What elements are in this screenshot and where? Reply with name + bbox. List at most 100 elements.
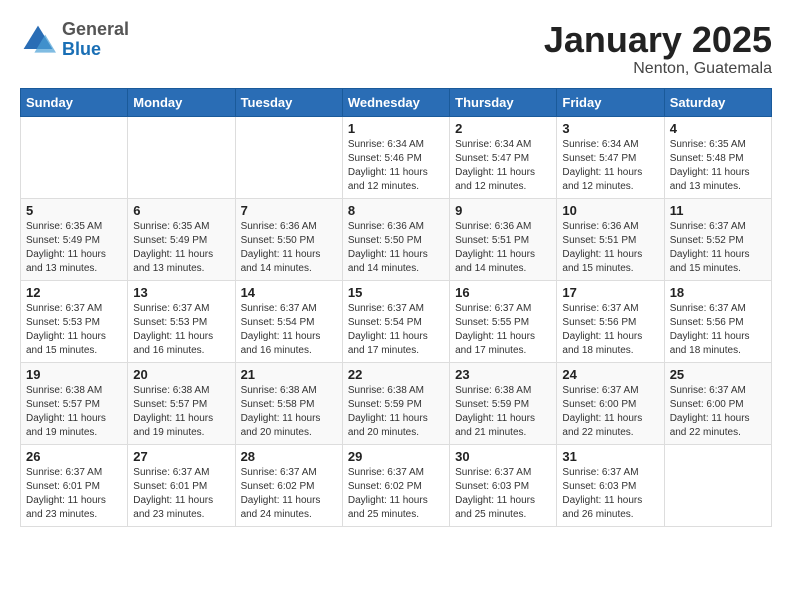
day-number: 17 — [562, 285, 658, 300]
day-info: Sunrise: 6:37 AM Sunset: 5:54 PM Dayligh… — [241, 302, 337, 358]
day-info: Sunrise: 6:36 AM Sunset: 5:50 PM Dayligh… — [348, 220, 444, 276]
calendar-cell: 20Sunrise: 6:38 AM Sunset: 5:57 PM Dayli… — [128, 362, 235, 444]
day-number: 27 — [133, 449, 229, 464]
day-info: Sunrise: 6:37 AM Sunset: 5:52 PM Dayligh… — [670, 220, 766, 276]
day-info: Sunrise: 6:36 AM Sunset: 5:51 PM Dayligh… — [562, 220, 658, 276]
day-info: Sunrise: 6:37 AM Sunset: 5:55 PM Dayligh… — [455, 302, 551, 358]
calendar-week-5: 26 Sunrise: 6:37 AM Sunset: 6:01 PM Dayli… — [21, 444, 772, 526]
day-info: Sunrise: 6:38 AM Sunset: 5:59 PM Dayligh… — [348, 384, 444, 440]
calendar-cell: 23Sunrise: 6:38 AM Sunset: 5:59 PM Dayli… — [450, 362, 557, 444]
day-info: Sunrise: 6:37 AM Sunset: 5:53 PM Dayligh… — [133, 302, 229, 358]
day-number: 31 — [562, 449, 658, 464]
day-number: 25 — [670, 367, 766, 382]
day-number: 19 — [26, 367, 122, 382]
day-number: 24 — [562, 367, 658, 382]
calendar-cell: 8 Sunrise: 6:36 AM Sunset: 5:50 PM Daylig… — [342, 198, 449, 280]
day-info: Sunrise: 6:35 AM Sunset: 5:48 PM Dayligh… — [670, 138, 766, 194]
calendar-cell: 3 Sunrise: 6:34 AM Sunset: 5:47 PM Daylig… — [557, 116, 664, 198]
calendar-table: SundayMondayTuesdayWednesdayThursdayFrid… — [20, 88, 772, 527]
day-info: Sunrise: 6:37 AM Sunset: 6:01 PM Dayligh… — [26, 466, 122, 522]
logo-icon — [20, 22, 56, 58]
day-info: Sunrise: 6:34 AM Sunset: 5:47 PM Dayligh… — [562, 138, 658, 194]
day-info: Sunrise: 6:37 AM Sunset: 6:00 PM Dayligh… — [562, 384, 658, 440]
day-number: 22 — [348, 367, 444, 382]
day-info: Sunrise: 6:37 AM Sunset: 6:03 PM Dayligh… — [562, 466, 658, 522]
day-info: Sunrise: 6:37 AM Sunset: 6:02 PM Dayligh… — [348, 466, 444, 522]
calendar-cell: 9 Sunrise: 6:36 AM Sunset: 5:51 PM Daylig… — [450, 198, 557, 280]
day-info: Sunrise: 6:37 AM Sunset: 6:03 PM Dayligh… — [455, 466, 551, 522]
calendar-cell: 1Sunrise: 6:34 AM Sunset: 5:46 PM Daylig… — [342, 116, 449, 198]
calendar-cell: 14 Sunrise: 6:37 AM Sunset: 5:54 PM Dayli… — [235, 280, 342, 362]
calendar-cell: 25 Sunrise: 6:37 AM Sunset: 6:00 PM Dayli… — [664, 362, 771, 444]
day-number: 10 — [562, 203, 658, 218]
calendar-cell: 4 Sunrise: 6:35 AM Sunset: 5:48 PM Daylig… — [664, 116, 771, 198]
logo: General Blue — [20, 20, 129, 60]
day-info: Sunrise: 6:37 AM Sunset: 6:00 PM Dayligh… — [670, 384, 766, 440]
calendar-cell: 18 Sunrise: 6:37 AM Sunset: 5:56 PM Dayli… — [664, 280, 771, 362]
calendar-cell: 2 Sunrise: 6:34 AM Sunset: 5:47 PM Daylig… — [450, 116, 557, 198]
day-number: 8 — [348, 203, 444, 218]
calendar-cell: 28 Sunrise: 6:37 AM Sunset: 6:02 PM Dayli… — [235, 444, 342, 526]
calendar-cell — [664, 444, 771, 526]
calendar-cell: 30 Sunrise: 6:37 AM Sunset: 6:03 PM Dayli… — [450, 444, 557, 526]
day-info: Sunrise: 6:38 AM Sunset: 5:57 PM Dayligh… — [133, 384, 229, 440]
calendar-cell: 10 Sunrise: 6:36 AM Sunset: 5:51 PM Dayli… — [557, 198, 664, 280]
calendar-week-2: 5 Sunrise: 6:35 AM Sunset: 5:49 PM Daylig… — [21, 198, 772, 280]
calendar-cell — [235, 116, 342, 198]
day-number: 28 — [241, 449, 337, 464]
day-number: 9 — [455, 203, 551, 218]
day-number: 18 — [670, 285, 766, 300]
day-info: Sunrise: 6:37 AM Sunset: 5:56 PM Dayligh… — [670, 302, 766, 358]
day-info: Sunrise: 6:34 AM Sunset: 5:47 PM Dayligh… — [455, 138, 551, 194]
calendar-week-4: 19 Sunrise: 6:38 AM Sunset: 5:57 PM Dayli… — [21, 362, 772, 444]
calendar-cell: 24 Sunrise: 6:37 AM Sunset: 6:00 PM Dayli… — [557, 362, 664, 444]
calendar-cell: 29 Sunrise: 6:37 AM Sunset: 6:02 PM Dayli… — [342, 444, 449, 526]
calendar-cell: 16 Sunrise: 6:37 AM Sunset: 5:55 PM Dayli… — [450, 280, 557, 362]
day-info: Sunrise: 6:37 AM Sunset: 5:56 PM Dayligh… — [562, 302, 658, 358]
day-info: Sunrise: 6:38 AM Sunset: 5:59 PM Dayligh… — [455, 384, 551, 440]
calendar-cell: 19 Sunrise: 6:38 AM Sunset: 5:57 PM Dayli… — [21, 362, 128, 444]
calendar-cell: 11 Sunrise: 6:37 AM Sunset: 5:52 PM Dayli… — [664, 198, 771, 280]
day-info: Sunrise: 6:37 AM Sunset: 5:53 PM Dayligh… — [26, 302, 122, 358]
day-number: 5 — [26, 203, 122, 218]
title-block: January 2025 Nenton, Guatemala — [544, 20, 772, 78]
day-number: 14 — [241, 285, 337, 300]
day-number: 16 — [455, 285, 551, 300]
calendar-cell: 26 Sunrise: 6:37 AM Sunset: 6:01 PM Dayli… — [21, 444, 128, 526]
day-info: Sunrise: 6:35 AM Sunset: 5:49 PM Dayligh… — [133, 220, 229, 276]
logo-general: General — [62, 19, 129, 39]
day-number: 21 — [241, 367, 337, 382]
day-info: Sunrise: 6:38 AM Sunset: 5:57 PM Dayligh… — [26, 384, 122, 440]
day-info: Sunrise: 6:37 AM Sunset: 6:02 PM Dayligh… — [241, 466, 337, 522]
weekday-header-thursday: Thursday — [450, 88, 557, 116]
day-number: 11 — [670, 203, 766, 218]
weekday-header-wednesday: Wednesday — [342, 88, 449, 116]
logo-text: General Blue — [62, 20, 129, 60]
calendar-cell — [128, 116, 235, 198]
day-number: 29 — [348, 449, 444, 464]
day-number: 26 — [26, 449, 122, 464]
day-number: 13 — [133, 285, 229, 300]
day-number: 4 — [670, 121, 766, 136]
day-number: 30 — [455, 449, 551, 464]
month-title: January 2025 — [544, 20, 772, 60]
calendar-cell: 15Sunrise: 6:37 AM Sunset: 5:54 PM Dayli… — [342, 280, 449, 362]
day-number: 7 — [241, 203, 337, 218]
weekday-header-friday: Friday — [557, 88, 664, 116]
calendar-header-row: SundayMondayTuesdayWednesdayThursdayFrid… — [21, 88, 772, 116]
calendar-cell: 17 Sunrise: 6:37 AM Sunset: 5:56 PM Dayli… — [557, 280, 664, 362]
calendar-cell: 27 Sunrise: 6:37 AM Sunset: 6:01 PM Dayli… — [128, 444, 235, 526]
logo-blue: Blue — [62, 39, 101, 59]
day-number: 3 — [562, 121, 658, 136]
calendar-week-1: 1Sunrise: 6:34 AM Sunset: 5:46 PM Daylig… — [21, 116, 772, 198]
day-info: Sunrise: 6:37 AM Sunset: 5:54 PM Dayligh… — [348, 302, 444, 358]
day-info: Sunrise: 6:37 AM Sunset: 6:01 PM Dayligh… — [133, 466, 229, 522]
day-info: Sunrise: 6:35 AM Sunset: 5:49 PM Dayligh… — [26, 220, 122, 276]
day-number: 1 — [348, 121, 444, 136]
page-header: General Blue January 2025 Nenton, Guatem… — [20, 20, 772, 78]
day-info: Sunrise: 6:36 AM Sunset: 5:51 PM Dayligh… — [455, 220, 551, 276]
calendar-cell: 12Sunrise: 6:37 AM Sunset: 5:53 PM Dayli… — [21, 280, 128, 362]
day-number: 2 — [455, 121, 551, 136]
location-subtitle: Nenton, Guatemala — [544, 60, 772, 78]
day-number: 6 — [133, 203, 229, 218]
